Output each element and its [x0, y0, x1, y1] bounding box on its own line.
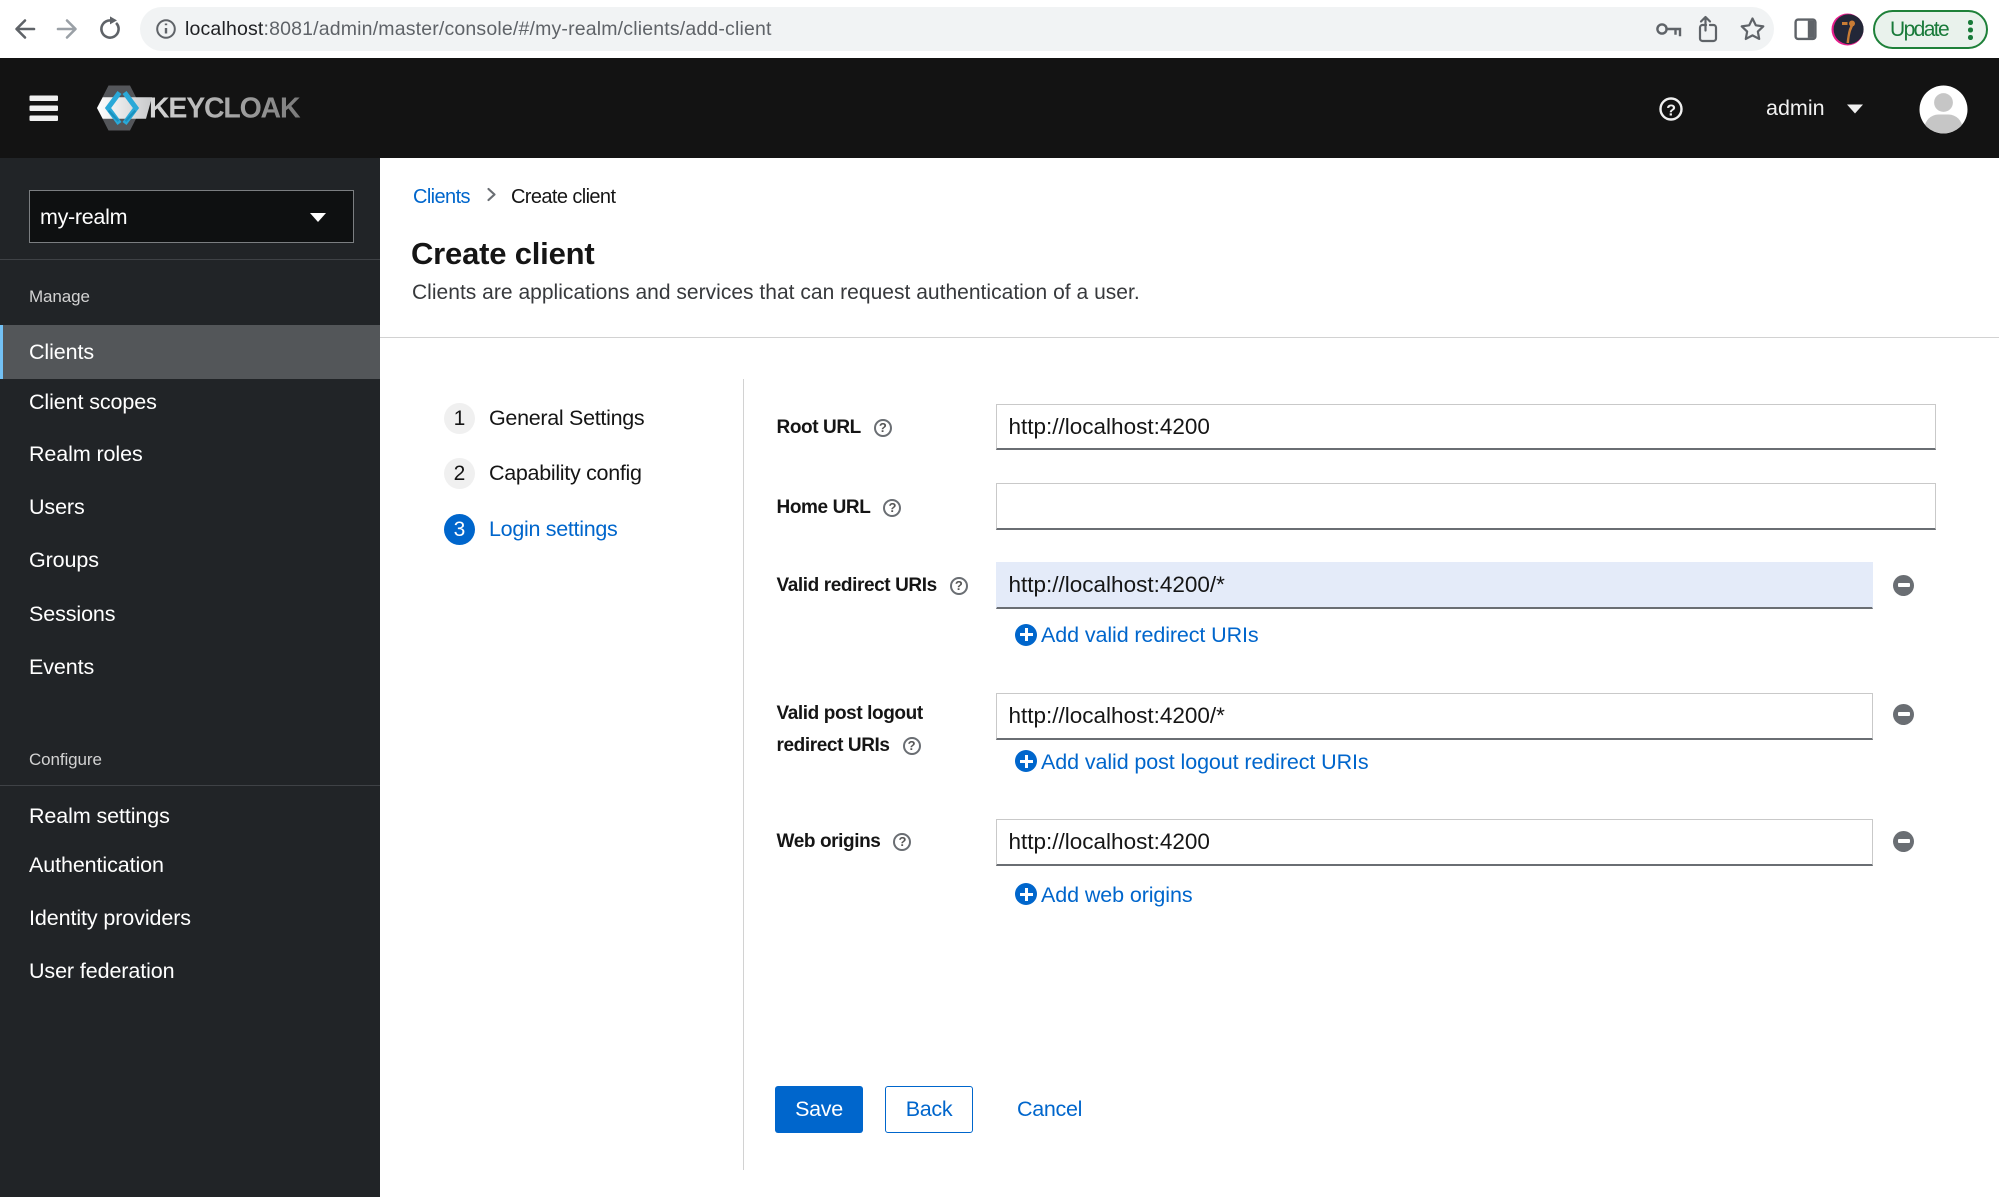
- svg-text:?: ?: [1666, 102, 1676, 119]
- svg-text:KEYCLOAK: KEYCLOAK: [149, 93, 301, 125]
